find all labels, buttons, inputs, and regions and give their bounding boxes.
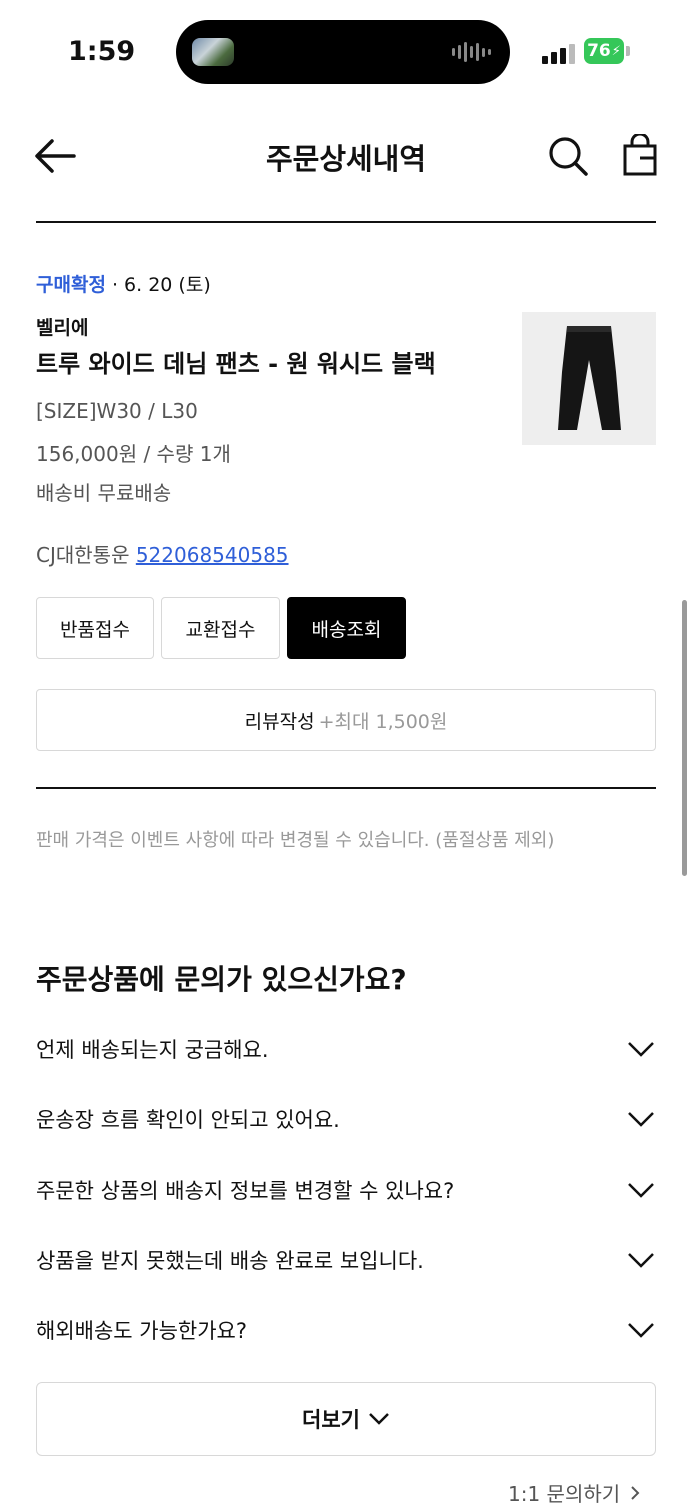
chevron-down-icon: [628, 1042, 654, 1057]
faq-question: 운송장 흐름 확인이 안되고 있어요.: [36, 1108, 340, 1132]
track-delivery-button[interactable]: 배송조회: [287, 597, 406, 659]
shopping-bag-icon[interactable]: [620, 132, 660, 178]
brand-name[interactable]: 벨리에: [36, 313, 88, 340]
battery-level: 76: [587, 41, 611, 61]
faq-item[interactable]: 언제 배송되는지 궁금해요.: [36, 1029, 656, 1069]
status-time: 1:59: [68, 36, 136, 67]
order-date: · 6. 20 (토): [111, 274, 211, 296]
inquiry-label: 1:1 문의하기: [508, 1482, 621, 1506]
faq-item[interactable]: 상품을 받지 못했는데 배송 완료로 보입니다.: [36, 1240, 656, 1280]
price-notice: 판매 가격은 이벤트 사항에 따라 변경될 수 있습니다. (품절상품 제외): [36, 830, 555, 851]
write-review-button[interactable]: 리뷰작성 +최대 1,500원: [36, 689, 656, 751]
section-divider: [36, 787, 656, 789]
more-label: 더보기: [302, 1408, 360, 1432]
faq-item[interactable]: 주문한 상품의 배송지 정보를 변경할 수 있나요?: [36, 1170, 656, 1210]
faq-title: 주문상품에 문의가 있으신가요?: [36, 963, 407, 996]
search-icon[interactable]: [546, 134, 590, 178]
chevron-right-icon: [631, 1485, 640, 1500]
review-label: 리뷰작성: [244, 710, 315, 733]
shipping-fee: 배송비 무료배송: [36, 481, 172, 505]
chevron-down-icon: [628, 1323, 654, 1338]
battery-cap: [626, 46, 630, 56]
chevron-down-icon: [628, 1183, 654, 1198]
chevron-down-icon: [369, 1413, 389, 1425]
header-divider: [36, 221, 656, 223]
review-reward: +최대 1,500원: [318, 710, 448, 733]
faq-question: 언제 배송되는지 궁금해요.: [36, 1038, 269, 1062]
scrollbar[interactable]: [682, 600, 687, 876]
courier-info: CJ대한통운 522068540585: [36, 539, 289, 568]
return-request-button[interactable]: 반품접수: [36, 597, 154, 659]
product-name[interactable]: 트루 와이드 데님 팬츠 - 원 워시드 블랙: [36, 344, 436, 379]
courier-name: CJ대한통운: [36, 543, 130, 567]
product-size: [SIZE]W30 / L30: [36, 399, 198, 423]
more-button[interactable]: 더보기: [36, 1382, 656, 1456]
price-quantity: 156,000원 / 수량 1개: [36, 442, 231, 466]
order-status-line: 구매확정 · 6. 20 (토): [36, 270, 211, 297]
tracking-number-link[interactable]: 522068540585: [136, 543, 289, 567]
exchange-request-button[interactable]: 교환접수: [161, 597, 280, 659]
faq-item[interactable]: 해외배송도 가능한가요?: [36, 1310, 656, 1350]
faq-item[interactable]: 운송장 흐름 확인이 안되고 있어요.: [36, 1099, 656, 1139]
order-status: 구매확정: [36, 274, 106, 296]
faq-question: 해외배송도 가능한가요?: [36, 1319, 248, 1343]
faq-question: 상품을 받지 못했는데 배송 완료로 보입니다.: [36, 1249, 424, 1273]
now-playing-thumbnail: [192, 38, 234, 66]
product-image[interactable]: [522, 312, 656, 445]
chevron-down-icon: [628, 1112, 654, 1127]
battery-indicator: 76 ⚡: [584, 38, 624, 64]
one-on-one-inquiry-link[interactable]: 1:1 문의하기: [508, 1478, 640, 1507]
chevron-down-icon: [628, 1253, 654, 1268]
faq-question: 주문한 상품의 배송지 정보를 변경할 수 있나요?: [36, 1179, 455, 1203]
cellular-signal-icon: [542, 42, 576, 64]
audio-wave-icon: [452, 40, 494, 64]
